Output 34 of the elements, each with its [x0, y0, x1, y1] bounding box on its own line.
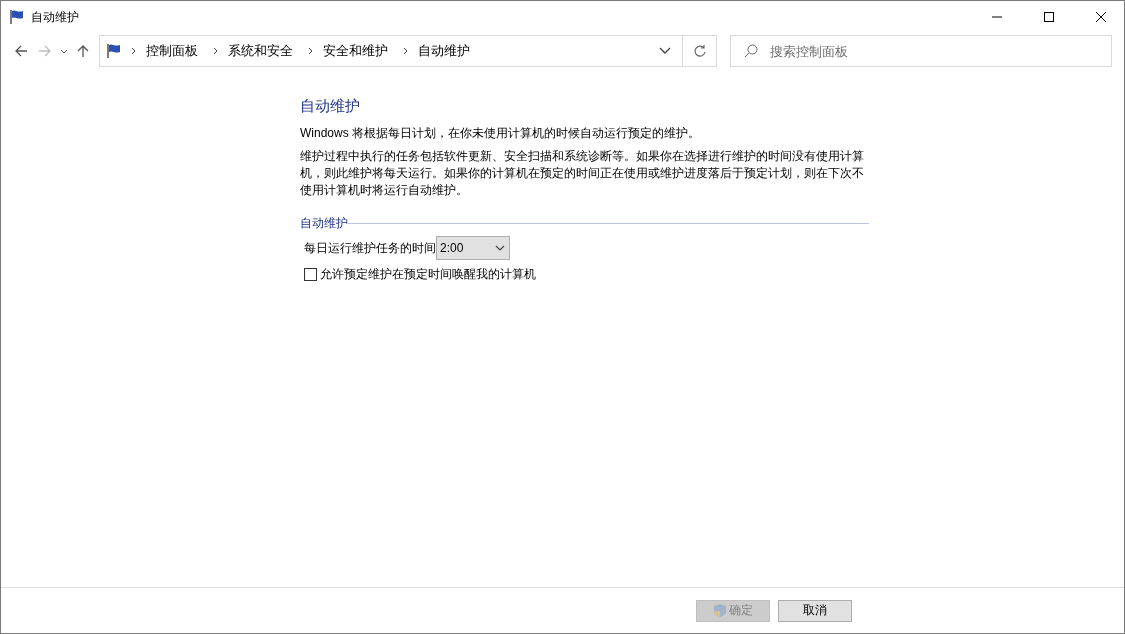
window-title: 自动维护 [31, 8, 80, 26]
page-heading: 自动维护 [300, 97, 361, 116]
intro-text: Windows 将根据每日计划，在你未使用计算机的时候自动运行预定的维护。 [300, 125, 701, 142]
chevron-right-icon [402, 47, 410, 55]
breadcrumb-item[interactable]: 控制面板 [140, 42, 204, 60]
chevron-right-icon [212, 47, 220, 55]
checkbox-label: 允许预定维护在预定时间唤醒我的计算机 [320, 266, 536, 283]
chevron-down-icon [60, 48, 68, 54]
shield-icon [713, 603, 727, 618]
time-label: 每日运行维护任务的时间 [304, 239, 436, 257]
chevron-right-icon [307, 47, 315, 55]
arrow-up-icon [77, 44, 89, 58]
description-text: 维护过程中执行的任务包括软件更新、安全扫描和系统诊断等。如果你在选择进行维护的时间没有使用计算机，则此维护将每天运行。如果你的计算机在预定的时间正在使用或维护进度落后于预定计划，则在下次不使用计算机时将运行自动维护。 [300, 148, 865, 199]
search-icon [744, 44, 758, 58]
flag-icon [106, 43, 122, 59]
maximize-icon [1044, 12, 1054, 22]
refresh-icon [692, 44, 707, 58]
search-field[interactable]: 搜索控制面板 [730, 35, 1112, 67]
close-icon [1096, 12, 1106, 22]
time-dropdown[interactable]: 2:00 [436, 236, 510, 260]
chevron-right-icon [130, 47, 138, 55]
breadcrumb-item[interactable]: 自动维护 [412, 42, 476, 60]
breadcrumb-item[interactable]: 系统和安全 [222, 42, 299, 60]
checkbox[interactable] [304, 268, 317, 281]
flag-icon [9, 9, 25, 25]
breadcrumb-item[interactable]: 安全和维护 [317, 42, 394, 60]
chevron-down-icon [659, 47, 671, 55]
arrow-left-icon [14, 45, 28, 57]
dialog-button[interactable]: 取消 [778, 599, 852, 622]
refresh-button[interactable] [683, 35, 717, 67]
arrow-right-icon [38, 45, 52, 57]
chevron-down-icon [495, 245, 505, 251]
address-bar[interactable]: 控制面板 系统和安全 安全和维护 自动维护 [99, 35, 683, 67]
group-label: 自动维护 [300, 215, 348, 232]
